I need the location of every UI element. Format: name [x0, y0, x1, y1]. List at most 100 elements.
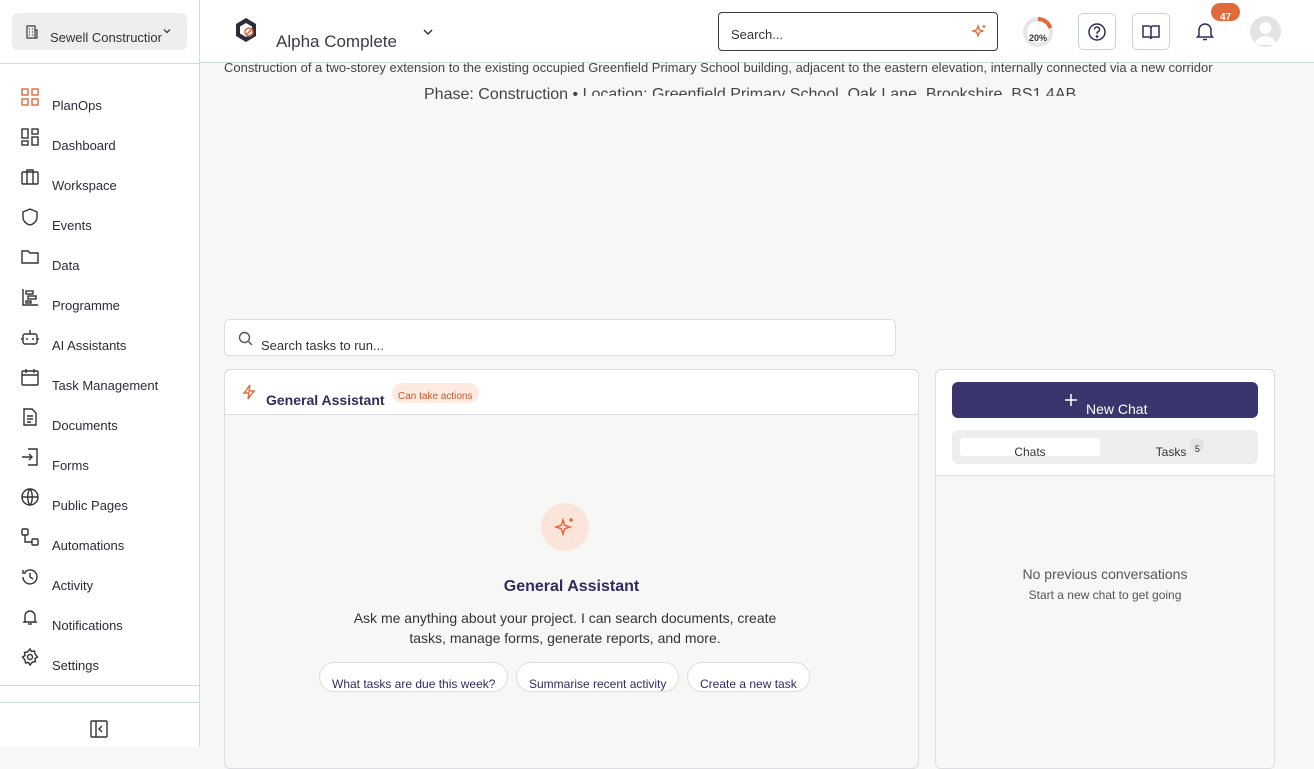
book-icon — [1142, 24, 1160, 39]
chevron-down-icon — [163, 29, 171, 34]
sidebar-item-settings[interactable]: Settings — [0, 642, 199, 682]
bell-icon — [22, 610, 38, 625]
divider — [0, 685, 199, 686]
sidebar-item-events[interactable]: Events — [0, 202, 199, 242]
tab-tasks[interactable]: Tasks 5 — [1108, 438, 1252, 456]
sidebar-item-task-management[interactable]: Task Management — [0, 362, 199, 402]
sidebar-item-label: Notifications — [52, 618, 123, 633]
project-meta: Phase: Construction • Location: Greenfie… — [424, 86, 1076, 104]
suggestion-chip[interactable]: Create a new task — [687, 662, 810, 692]
user-avatar[interactable] — [1250, 16, 1281, 47]
assistant-hero-icon — [541, 503, 589, 551]
sidebar-item-planops[interactable]: PlanOps — [0, 82, 199, 122]
globe-icon — [21, 488, 39, 506]
sparkles-icon — [554, 517, 573, 537]
tasks-count-badge: 5 — [1190, 438, 1205, 454]
tab-tasks-label: Tasks — [1155, 445, 1187, 456]
sidebar-nav: PlanOps Dashboard Workspace Events Data … — [0, 82, 199, 682]
organization-name: Sewell Construction — [50, 30, 162, 45]
organization-selector[interactable]: Sewell Construction — [12, 13, 187, 50]
new-chat-button[interactable]: New Chat — [952, 382, 1258, 418]
sidebar-item-ai-assistants[interactable]: AI Assistants — [0, 322, 199, 362]
sidebar-item-label: Dashboard — [52, 138, 116, 153]
sidebar-item-label: Public Pages — [52, 498, 128, 513]
project-name[interactable]: Alpha Complete — [276, 32, 397, 52]
sidebar-item-forms[interactable]: Forms — [0, 442, 199, 482]
sidebar-item-programme[interactable]: Programme — [0, 282, 199, 322]
search-input[interactable] — [731, 27, 961, 42]
document-icon — [23, 408, 37, 426]
assistant-panel: General Assistant Can take actions Gener… — [224, 369, 919, 769]
assistant-hero-title: General Assistant — [503, 578, 640, 595]
sidebar-item-data[interactable]: Data — [0, 242, 199, 282]
chevron-down-icon[interactable] — [421, 25, 435, 39]
plus-icon — [1065, 394, 1077, 406]
bot-icon — [21, 330, 39, 345]
sidebar-item-activity[interactable]: Activity — [0, 562, 199, 602]
notification-count-badge: 47 — [1211, 3, 1240, 21]
user-icon — [1254, 22, 1277, 45]
suggestion-chip[interactable]: Summarise recent activity — [516, 662, 680, 692]
project-description: Construction of a two-storey extension t… — [224, 60, 1213, 75]
gear-icon — [21, 648, 39, 666]
sidebar-item-label: Activity — [52, 578, 94, 593]
sidebar-item-automations[interactable]: Automations — [0, 522, 199, 562]
sidebar-item-label: PlanOps — [52, 98, 102, 113]
sidebar-item-workspace[interactable]: Workspace — [0, 162, 199, 202]
form-icon — [22, 448, 38, 466]
global-search[interactable] — [718, 12, 998, 51]
divider — [0, 702, 199, 703]
chat-history-panel: New Chat Chats Tasks 5 No previous conver… — [935, 369, 1275, 769]
project-phase: Phase: Construction • — [424, 86, 579, 103]
assistant-header: General Assistant Can take actions — [225, 370, 918, 415]
sparkles-icon[interactable] — [971, 24, 987, 40]
sidebar-collapse-icon[interactable] — [90, 720, 108, 738]
help-button[interactable] — [1078, 13, 1116, 50]
workflow-icon — [21, 528, 39, 546]
notifications-bell-icon[interactable] — [1194, 20, 1216, 42]
progress-percent: 20% — [1028, 33, 1047, 43]
sidebar-item-label: Data — [52, 258, 80, 273]
sidebar-item-label: Automations — [52, 538, 125, 553]
folder-icon — [21, 250, 39, 264]
sidebar-item-documents[interactable]: Documents — [0, 402, 199, 442]
search-icon — [238, 331, 253, 346]
assistant-hero-description: Ask me anything about your project. I ca… — [353, 610, 777, 646]
guide-button[interactable] — [1132, 13, 1170, 50]
empty-state-subtitle: Start a new chat to get going — [1028, 588, 1182, 602]
project-location: Location: Greenfield Primary School, Oak… — [582, 86, 1077, 103]
task-search-input[interactable] — [261, 338, 861, 353]
shield-icon — [22, 208, 38, 226]
sidebar-item-label: Events — [52, 218, 92, 233]
sidebar-item-notifications[interactable]: Notifications — [0, 602, 199, 642]
sidebar-item-label: Programme — [52, 298, 120, 313]
suggestion-chip[interactable]: What tasks are due this week? — [319, 662, 509, 692]
sidebar-item-label: AI Assistants — [52, 338, 127, 353]
sidebar: Sewell Construction PlanOps Dashboard Wo… — [0, 0, 200, 747]
tab-chats-label: Chats — [1014, 445, 1046, 456]
help-icon — [1088, 22, 1106, 41]
divider — [0, 63, 199, 64]
sidebar-item-public-pages[interactable]: Public Pages — [0, 482, 199, 522]
calendar-icon — [21, 369, 39, 386]
task-search[interactable] — [224, 319, 896, 356]
project-progress[interactable]: 20% — [1022, 16, 1054, 48]
sidebar-item-label: Forms — [52, 458, 89, 473]
sidebar-item-label: Documents — [52, 418, 118, 433]
sidebar-item-label: Task Management — [52, 378, 159, 393]
lightning-icon — [242, 384, 256, 400]
empty-state-title: No previous conversations — [1022, 566, 1188, 582]
top-bar: Alpha Complete 20% 47 — [200, 0, 1314, 63]
sidebar-item-dashboard[interactable]: Dashboard — [0, 122, 199, 162]
capability-badge: Can take actions — [392, 383, 479, 403]
app-logo-icon[interactable] — [233, 17, 259, 43]
new-chat-label: New Chat — [1086, 401, 1148, 417]
sidebar-item-label: Workspace — [52, 178, 117, 193]
tab-chats[interactable]: Chats — [960, 438, 1100, 456]
sidebar-item-label: Settings — [52, 658, 99, 673]
dashboard-icon — [21, 128, 39, 146]
chat-panel-header: New Chat Chats Tasks 5 — [936, 370, 1274, 476]
chat-tabs: Chats Tasks 5 — [952, 430, 1258, 464]
grid-icon — [21, 88, 39, 106]
progress-ring-icon — [1023, 17, 1053, 47]
